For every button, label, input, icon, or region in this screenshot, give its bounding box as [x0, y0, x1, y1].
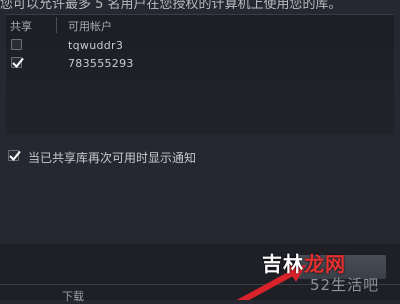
notify-option[interactable]: 当已共享库再次可用时显示通知	[8, 148, 308, 165]
share-checkbox[interactable]	[11, 39, 22, 50]
accounts-header: 共享 可用帐户	[6, 15, 394, 35]
checkmark-icon	[9, 150, 21, 161]
checkmark-icon	[12, 57, 24, 68]
watermark-logo-text: 吉林龙网	[262, 252, 346, 276]
notify-label: 当已共享库再次可用时显示通知	[28, 151, 197, 165]
share-column-header: 共享	[10, 20, 32, 33]
watermark-site-text: 52生活吧	[310, 276, 380, 294]
column-divider	[56, 17, 57, 33]
account-column-header: 可用帐户	[68, 20, 112, 33]
account-name: 783555293	[68, 57, 134, 70]
table-row[interactable]: tqwuddr3	[6, 37, 394, 55]
intro-text: 您可以允许最多 5 名用户在您授权的计算机上使用您的库。	[0, 0, 342, 9]
notify-checkbox[interactable]	[8, 150, 21, 161]
table-row[interactable]: 783555293	[6, 55, 394, 73]
download-label[interactable]: 下载	[62, 288, 84, 304]
account-name: tqwuddr3	[68, 39, 124, 52]
accounts-panel: 共享 可用帐户 tqwuddr3 783555293	[6, 14, 394, 135]
share-checkbox[interactable]	[11, 57, 24, 68]
watermark: 吉林龙网 52生活吧	[262, 248, 398, 298]
